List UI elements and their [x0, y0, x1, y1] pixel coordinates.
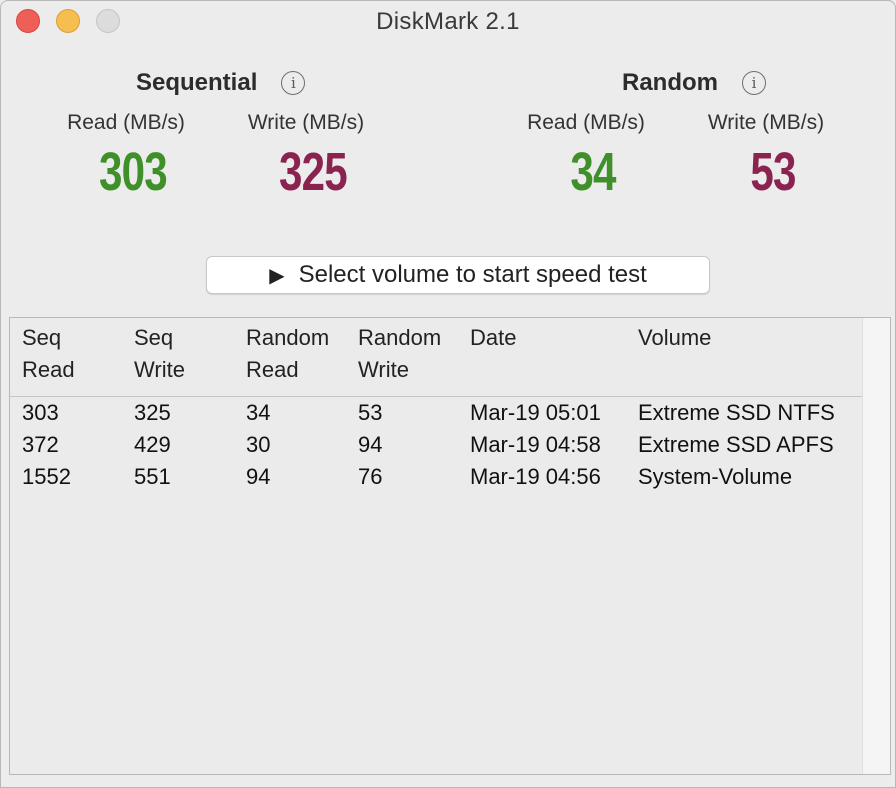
- random-info-icon[interactable]: i: [742, 71, 766, 95]
- cell-volume: Extreme SSD NTFS: [638, 400, 835, 425]
- header-date[interactable]: Date: [470, 322, 516, 354]
- cell-random-write: 94: [358, 432, 383, 457]
- header-line: Read: [22, 357, 75, 382]
- sequential-write-value: 325: [279, 142, 348, 202]
- cell-date: Mar-19 05:01: [470, 400, 601, 425]
- header-seq-write[interactable]: Seq Write: [134, 322, 185, 386]
- table-row[interactable]: 372 429 30 94 Mar-19 04:58 Extreme SSD A…: [10, 429, 862, 461]
- table-scrollbar[interactable]: [862, 318, 890, 774]
- cell-volume: System-Volume: [638, 464, 793, 489]
- cell-seq-read: 303: [22, 400, 59, 425]
- header-seq-read[interactable]: Seq Read: [22, 322, 75, 386]
- random-write-label: Write (MB/s): [707, 111, 825, 134]
- header-line: Volume: [638, 325, 712, 350]
- title-bar: DiskMark 2.1: [1, 1, 895, 43]
- header-random-write[interactable]: Random Write: [358, 322, 441, 386]
- table-row[interactable]: 303 325 34 53 Mar-19 05:01 Extreme SSD N…: [10, 397, 862, 429]
- sequential-header: Sequential i: [136, 65, 306, 101]
- sequential-label: Sequential: [136, 69, 258, 96]
- header-line: Date: [470, 325, 517, 350]
- cell-random-write: 53: [358, 400, 383, 425]
- header-line: Write: [134, 357, 185, 382]
- sequential-read-label: Read (MB/s): [67, 111, 185, 134]
- table-row[interactable]: 1552 551 94 76 Mar-19 04:56 System-Volum…: [10, 461, 862, 493]
- header-line: Read: [246, 357, 299, 382]
- minimize-window-button[interactable]: [56, 9, 80, 33]
- cell-seq-write: 429: [134, 432, 171, 457]
- cell-seq-write: 325: [134, 400, 171, 425]
- start-button-label: Select volume to start speed test: [298, 261, 647, 288]
- diskmark-window: DiskMark 2.1 Sequential i Read (MB/s) Wr…: [0, 0, 896, 788]
- cell-seq-read: 1552: [22, 464, 71, 489]
- start-speed-test-button[interactable]: ▶ Select volume to start speed test: [206, 256, 710, 294]
- header-random-read[interactable]: Random Read: [246, 322, 329, 386]
- cell-date: Mar-19 04:58: [470, 432, 601, 457]
- sequential-read-value: 303: [99, 142, 168, 202]
- random-label: Random: [622, 69, 718, 96]
- zoom-window-button[interactable]: [96, 9, 120, 33]
- header-line: Write: [358, 357, 409, 382]
- cell-seq-write: 551: [134, 464, 171, 489]
- close-window-button[interactable]: [16, 9, 40, 33]
- header-line: Seq: [22, 325, 62, 350]
- random-read-value: 34: [570, 142, 616, 202]
- random-write-value: 53: [750, 142, 796, 202]
- play-icon: ▶: [269, 264, 285, 287]
- cell-random-read: 30: [246, 432, 271, 457]
- sequential-info-icon[interactable]: i: [281, 71, 306, 95]
- header-line: Seq: [134, 325, 174, 350]
- results-table[interactable]: Seq Read Seq Write Random Read Random Wr…: [9, 317, 891, 775]
- window-title: DiskMark 2.1: [376, 8, 520, 35]
- cell-date: Mar-19 04:56: [470, 464, 601, 489]
- random-read-label: Read (MB/s): [527, 111, 645, 134]
- table-header: Seq Read Seq Write Random Read Random Wr…: [10, 318, 862, 397]
- sequential-write-label: Write (MB/s): [247, 111, 365, 134]
- cell-random-read: 94: [246, 464, 271, 489]
- header-line: Random: [358, 325, 442, 350]
- cell-random-write: 76: [358, 464, 383, 489]
- random-header: Random i: [622, 65, 766, 101]
- cell-random-read: 34: [246, 400, 271, 425]
- header-volume[interactable]: Volume: [638, 322, 711, 354]
- cell-volume: Extreme SSD APFS: [638, 432, 834, 457]
- cell-seq-read: 372: [22, 432, 59, 457]
- header-line: Random: [246, 325, 330, 350]
